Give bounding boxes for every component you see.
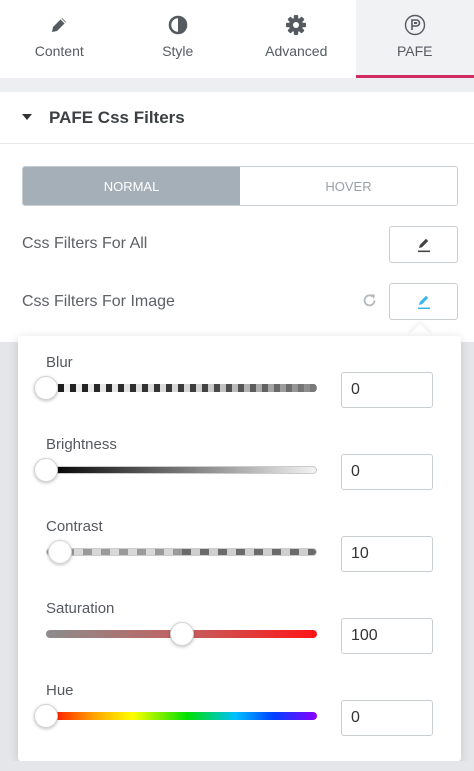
section-header[interactable]: PAFE Css Filters xyxy=(0,92,474,144)
contrast-input[interactable] xyxy=(341,536,433,572)
state-toggle: NORMAL HOVER xyxy=(22,166,458,206)
css-filters-image-edit-button[interactable] xyxy=(389,283,458,320)
tab-hover[interactable]: HOVER xyxy=(240,167,457,205)
tab-advanced-label: Advanced xyxy=(265,43,328,59)
pencil-icon xyxy=(417,238,430,252)
half-circle-icon xyxy=(168,15,188,35)
bottom-edge xyxy=(0,761,474,771)
tab-pafe-label: PAFE xyxy=(396,43,433,59)
css-filters-all-edit-button[interactable] xyxy=(389,226,458,263)
tab-advanced[interactable]: Advanced xyxy=(237,0,356,78)
css-filters-image-label: Css Filters For Image xyxy=(22,293,175,310)
hue-slider-track[interactable] xyxy=(46,712,317,720)
css-filters-popover: Blur Brightness Contrast Saturation Hue xyxy=(18,336,461,761)
gear-icon xyxy=(286,15,307,35)
contrast-slider-track[interactable] xyxy=(46,548,317,556)
contrast-slider-handle[interactable] xyxy=(47,540,72,564)
section-title: PAFE Css Filters xyxy=(49,108,185,127)
blur-slider-track[interactable] xyxy=(46,384,317,392)
caret-down-icon xyxy=(22,114,32,120)
controls-panel: PAFE Css Filters NORMAL HOVER Css Filter… xyxy=(0,92,474,342)
css-filters-all-label: Css Filters For All xyxy=(22,235,148,252)
blur-label: Blur xyxy=(46,354,73,371)
saturation-input[interactable] xyxy=(341,618,433,654)
blur-slider-handle[interactable] xyxy=(34,376,58,400)
pencil-icon xyxy=(52,18,67,32)
tab-pafe[interactable]: PAFE xyxy=(355,0,474,78)
brightness-label: Brightness xyxy=(46,436,117,453)
tab-normal[interactable]: NORMAL xyxy=(23,167,240,205)
hue-label: Hue xyxy=(46,682,74,699)
saturation-label: Saturation xyxy=(46,600,115,617)
contrast-label: Contrast xyxy=(46,518,103,535)
pafe-logo-icon xyxy=(404,14,425,36)
blur-input[interactable] xyxy=(341,372,433,408)
hue-input[interactable] xyxy=(341,700,433,736)
brightness-slider-handle[interactable] xyxy=(34,458,58,482)
brightness-slider-track[interactable] xyxy=(46,466,317,474)
panel-tabs: Content Style Advanced PAFE xyxy=(0,0,474,78)
tab-content[interactable]: Content xyxy=(0,0,119,78)
tab-content-label: Content xyxy=(34,43,84,59)
tab-style[interactable]: Style xyxy=(119,0,238,78)
hue-slider-handle[interactable] xyxy=(34,704,58,728)
brightness-input[interactable] xyxy=(341,454,433,490)
reset-icon[interactable] xyxy=(361,292,378,309)
pencil-icon xyxy=(417,295,430,309)
saturation-slider-handle[interactable] xyxy=(169,622,194,646)
tab-style-label: Style xyxy=(162,43,194,59)
tabs-separator xyxy=(0,78,474,92)
